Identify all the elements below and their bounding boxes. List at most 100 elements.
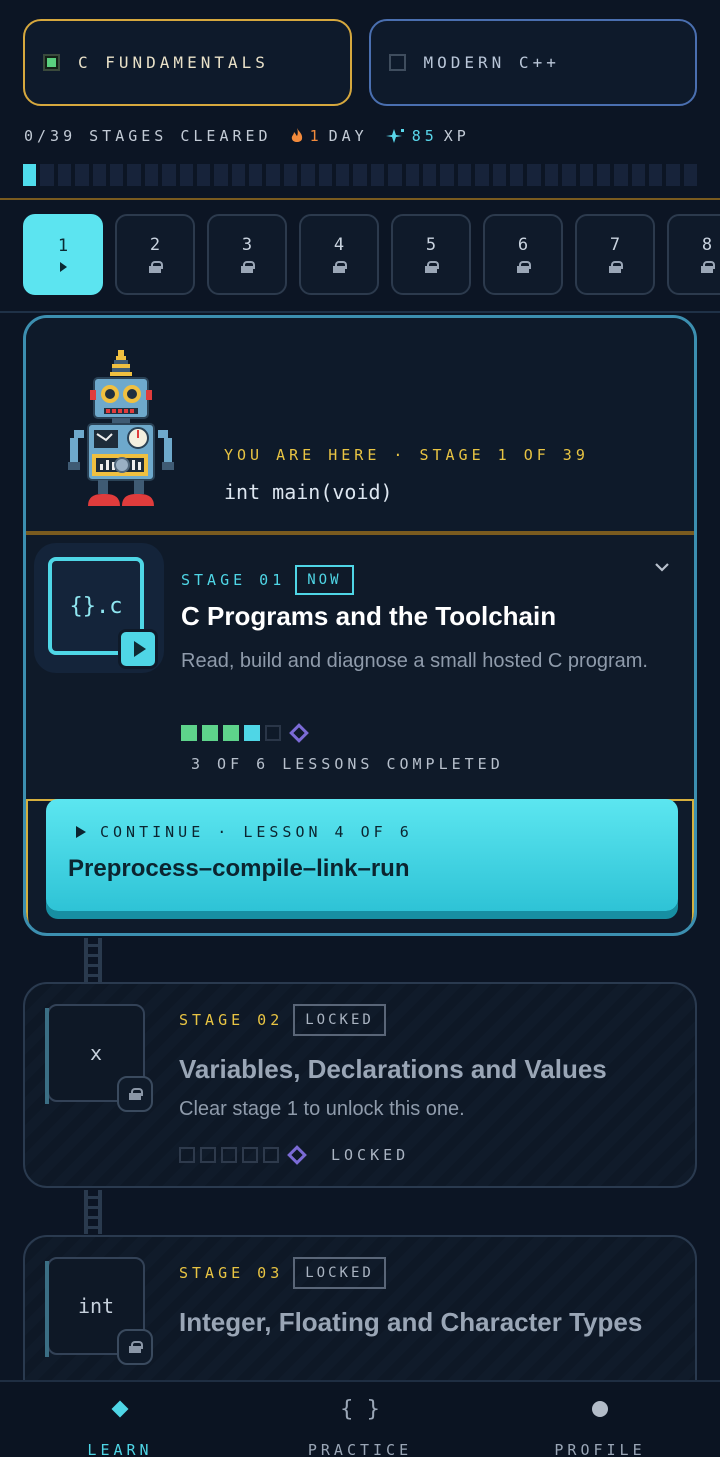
lesson-pip-empty xyxy=(221,1147,237,1163)
nav-label: LEARN xyxy=(87,1441,153,1457)
lesson-progress xyxy=(181,723,309,743)
progress-segment xyxy=(318,164,333,186)
progress-segment xyxy=(631,164,646,186)
stage-tab-5[interactable]: 5 xyxy=(391,214,471,295)
lesson-progress: LOCKED xyxy=(179,1145,409,1165)
continue-button[interactable]: CONTINUE · LESSON 4 OF 6 Preprocess–comp… xyxy=(46,799,678,911)
track-c-fundamentals[interactable]: C FUNDAMENTALS xyxy=(23,19,352,106)
progress-segment xyxy=(162,164,176,186)
progress-segment xyxy=(109,164,124,186)
progress-segment xyxy=(214,164,228,186)
progress-segment xyxy=(422,164,437,186)
lock-icon xyxy=(117,1076,153,1112)
progress-segment xyxy=(57,164,72,186)
stage-description: Read, build and diagnose a small hosted … xyxy=(181,650,648,672)
stage-number: STAGE 03 xyxy=(179,1264,284,1282)
lock-icon xyxy=(149,260,163,275)
progress-segment xyxy=(196,164,211,186)
streak-count: 1 xyxy=(309,127,323,145)
lessons-completed: 3 OF 6 LESSONS COMPLETED xyxy=(191,755,504,773)
stage-tab-2[interactable]: 2 xyxy=(115,214,195,295)
track-switcher: C FUNDAMENTALS MODERN C++ xyxy=(23,19,697,106)
nav-practice[interactable]: { } PRACTICE xyxy=(240,1382,480,1457)
checkbox-icon xyxy=(388,54,406,71)
track-modern-cpp[interactable]: MODERN C++ xyxy=(368,19,697,106)
play-icon[interactable] xyxy=(118,629,158,669)
progress-segment xyxy=(562,164,576,186)
stage-label-row: STAGE 02 LOCKED xyxy=(179,1004,386,1036)
lock-icon xyxy=(333,260,347,275)
diamond-icon xyxy=(111,1400,129,1418)
lock-icon xyxy=(701,260,715,275)
current-stage-body[interactable]: {}.c STAGE 01 NOW C Programs and the Too… xyxy=(26,535,694,799)
progress-segment xyxy=(649,164,663,186)
continue-section: CONTINUE · LESSON 4 OF 6 Preprocess–comp… xyxy=(26,799,694,933)
stage-signature: int main(void) xyxy=(224,480,393,504)
overall-progress-bar xyxy=(23,164,698,186)
stage-number: STAGE 01 xyxy=(181,571,286,589)
progress-segment xyxy=(579,164,593,186)
xp-count: 85 xyxy=(411,127,438,145)
progress-segment xyxy=(75,164,89,186)
stage-tab-1[interactable]: 1 xyxy=(23,214,103,295)
lock-icon xyxy=(609,260,623,275)
streak-unit: DAY xyxy=(328,127,368,145)
track-label: MODERN C++ xyxy=(423,53,560,72)
status-badge: LOCKED xyxy=(293,1004,386,1036)
continue-lesson-title: Preprocess–compile–link–run xyxy=(68,855,410,882)
stage-icon: {}.c xyxy=(34,543,164,673)
stage-connector xyxy=(84,1190,102,1234)
progress-segment xyxy=(353,164,367,186)
stage-title: Integer, Floating and Character Types xyxy=(179,1307,643,1337)
chevron-down-icon[interactable] xyxy=(654,559,670,575)
stage-tab-7[interactable]: 7 xyxy=(575,214,655,295)
streak: 1 DAY xyxy=(290,127,368,145)
progress-segment xyxy=(388,164,402,186)
progress-segment xyxy=(336,164,350,186)
lesson-pip-empty xyxy=(263,1147,279,1163)
play-icon xyxy=(76,826,86,838)
stage-tab-6[interactable]: 6 xyxy=(483,214,563,295)
stage-label-row: STAGE 01 NOW xyxy=(181,565,354,595)
progress-segment xyxy=(440,164,454,186)
nav-label: PRACTICE xyxy=(307,1441,413,1457)
stage-icon-glyph: int xyxy=(77,1294,115,1318)
diamond-icon xyxy=(289,723,309,743)
current-stage-header: YOU ARE HERE · STAGE 1 OF 39 int main(vo… xyxy=(26,318,694,531)
stage-tab-4[interactable]: 4 xyxy=(299,214,379,295)
continue-label: CONTINUE · LESSON 4 OF 6 xyxy=(100,823,413,841)
stage-icon-glyph: x xyxy=(89,1041,103,1065)
lesson-pip-empty xyxy=(265,725,281,741)
stages-cleared: 0/39 STAGES CLEARED xyxy=(24,127,272,145)
stage-tab-number: 7 xyxy=(609,234,621,255)
stage-tab-number: 8 xyxy=(701,234,713,255)
play-icon xyxy=(59,261,67,274)
lock-icon xyxy=(517,260,531,275)
progress-segment xyxy=(683,164,698,186)
progress-segment xyxy=(23,164,37,186)
progress-segment xyxy=(231,164,246,186)
lesson-pip-done xyxy=(202,725,218,741)
nav-profile[interactable]: PROFILE xyxy=(480,1382,720,1457)
progress-segment xyxy=(509,164,524,186)
lesson-pip-current xyxy=(244,725,260,741)
lock-icon xyxy=(241,260,255,275)
stage-tab-number: 2 xyxy=(149,234,161,255)
progress-segment xyxy=(666,164,680,186)
divider xyxy=(0,198,720,200)
stage-card-locked[interactable]: x STAGE 02 LOCKED Variables, Declaration… xyxy=(23,982,697,1188)
stage-description: Clear stage 1 to unlock this one. xyxy=(179,1098,465,1120)
stage-tab-8[interactable]: 8 xyxy=(667,214,720,295)
progress-segment xyxy=(457,164,472,186)
progress-segment xyxy=(40,164,54,186)
braces-icon: { } xyxy=(340,1396,380,1422)
progress-segment xyxy=(283,164,298,186)
lesson-pip-empty xyxy=(179,1147,195,1163)
nav-learn[interactable]: LEARN xyxy=(0,1382,240,1457)
stage-tab-3[interactable]: 3 xyxy=(207,214,287,295)
progress-segment xyxy=(370,164,385,186)
lesson-pip-done xyxy=(181,725,197,741)
progress-segment xyxy=(179,164,193,186)
progress-segment xyxy=(596,164,611,186)
progress-segment xyxy=(249,164,263,186)
